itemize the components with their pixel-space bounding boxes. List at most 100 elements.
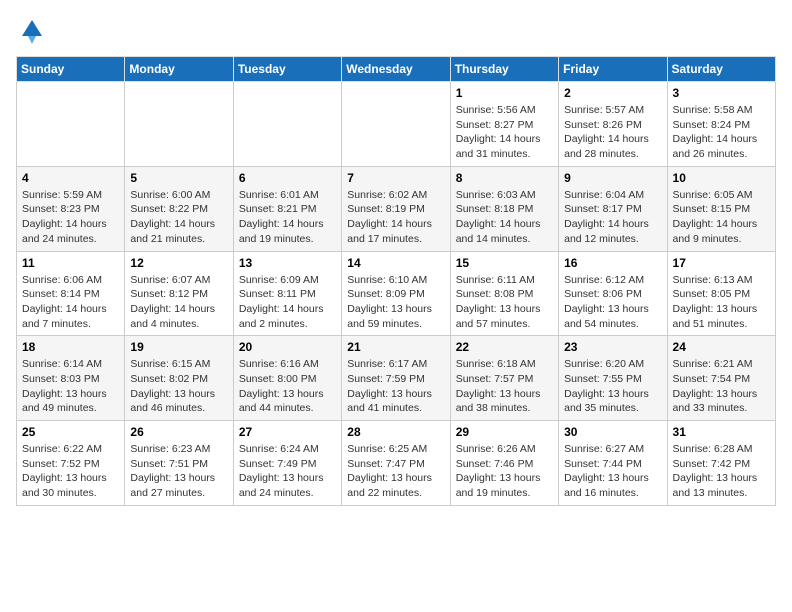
calendar-cell: 7 Sunrise: 6:02 AM Sunset: 8:19 PM Daylig… bbox=[342, 166, 450, 251]
day-info: Sunrise: 6:21 AM Sunset: 7:54 PM Dayligh… bbox=[673, 357, 770, 416]
calendar-cell: 12 Sunrise: 6:07 AM Sunset: 8:12 PM Dayli… bbox=[125, 251, 233, 336]
day-info: Sunrise: 6:11 AM Sunset: 8:08 PM Dayligh… bbox=[456, 273, 553, 332]
logo bbox=[16, 16, 46, 44]
header-day: Monday bbox=[125, 57, 233, 82]
day-number: 4 bbox=[22, 171, 119, 185]
calendar-cell bbox=[342, 82, 450, 167]
calendar-week: 4 Sunrise: 5:59 AM Sunset: 8:23 PM Daylig… bbox=[17, 166, 776, 251]
day-info: Sunrise: 5:59 AM Sunset: 8:23 PM Dayligh… bbox=[22, 188, 119, 247]
day-info: Sunrise: 6:13 AM Sunset: 8:05 PM Dayligh… bbox=[673, 273, 770, 332]
calendar-cell bbox=[233, 82, 341, 167]
day-number: 28 bbox=[347, 425, 444, 439]
day-number: 20 bbox=[239, 340, 336, 354]
day-info: Sunrise: 6:23 AM Sunset: 7:51 PM Dayligh… bbox=[130, 442, 227, 501]
day-info: Sunrise: 5:57 AM Sunset: 8:26 PM Dayligh… bbox=[564, 103, 661, 162]
day-info: Sunrise: 5:58 AM Sunset: 8:24 PM Dayligh… bbox=[673, 103, 770, 162]
day-info: Sunrise: 6:28 AM Sunset: 7:42 PM Dayligh… bbox=[673, 442, 770, 501]
day-number: 27 bbox=[239, 425, 336, 439]
calendar-cell: 29Sunrise: 6:26 AM Sunset: 7:46 PM Dayli… bbox=[450, 421, 558, 506]
calendar-cell: 4 Sunrise: 5:59 AM Sunset: 8:23 PM Daylig… bbox=[17, 166, 125, 251]
page-header bbox=[16, 16, 776, 44]
calendar-cell: 26 Sunrise: 6:23 AM Sunset: 7:51 PM Dayli… bbox=[125, 421, 233, 506]
day-number: 29 bbox=[456, 425, 553, 439]
day-number: 5 bbox=[130, 171, 227, 185]
day-number: 19 bbox=[130, 340, 227, 354]
day-number: 13 bbox=[239, 256, 336, 270]
calendar-cell: 8 Sunrise: 6:03 AM Sunset: 8:18 PM Daylig… bbox=[450, 166, 558, 251]
calendar-cell: 18 Sunrise: 6:14 AM Sunset: 8:03 PM Dayli… bbox=[17, 336, 125, 421]
day-info: Sunrise: 6:20 AM Sunset: 7:55 PM Dayligh… bbox=[564, 357, 661, 416]
calendar-cell: 24 Sunrise: 6:21 AM Sunset: 7:54 PM Dayli… bbox=[667, 336, 775, 421]
day-number: 17 bbox=[673, 256, 770, 270]
header-day: Friday bbox=[559, 57, 667, 82]
day-number: 30 bbox=[564, 425, 661, 439]
day-number: 2 bbox=[564, 86, 661, 100]
day-number: 21 bbox=[347, 340, 444, 354]
day-info: Sunrise: 6:04 AM Sunset: 8:17 PM Dayligh… bbox=[564, 188, 661, 247]
calendar-cell bbox=[17, 82, 125, 167]
day-number: 3 bbox=[673, 86, 770, 100]
calendar-cell: 20 Sunrise: 6:16 AM Sunset: 8:00 PM Dayli… bbox=[233, 336, 341, 421]
day-info: Sunrise: 6:15 AM Sunset: 8:02 PM Dayligh… bbox=[130, 357, 227, 416]
day-number: 31 bbox=[673, 425, 770, 439]
day-info: Sunrise: 6:03 AM Sunset: 8:18 PM Dayligh… bbox=[456, 188, 553, 247]
header-day: Tuesday bbox=[233, 57, 341, 82]
day-info: Sunrise: 6:18 AM Sunset: 7:57 PM Dayligh… bbox=[456, 357, 553, 416]
calendar-cell: 1Sunrise: 5:56 AM Sunset: 8:27 PM Daylig… bbox=[450, 82, 558, 167]
day-number: 8 bbox=[456, 171, 553, 185]
header-day: Wednesday bbox=[342, 57, 450, 82]
day-info: Sunrise: 6:24 AM Sunset: 7:49 PM Dayligh… bbox=[239, 442, 336, 501]
day-number: 22 bbox=[456, 340, 553, 354]
day-number: 14 bbox=[347, 256, 444, 270]
calendar-cell: 25 Sunrise: 6:22 AM Sunset: 7:52 PM Dayli… bbox=[17, 421, 125, 506]
day-number: 12 bbox=[130, 256, 227, 270]
calendar-cell: 23Sunrise: 6:20 AM Sunset: 7:55 PM Dayli… bbox=[559, 336, 667, 421]
day-info: Sunrise: 6:10 AM Sunset: 8:09 PM Dayligh… bbox=[347, 273, 444, 332]
day-number: 9 bbox=[564, 171, 661, 185]
calendar-cell: 28 Sunrise: 6:25 AM Sunset: 7:47 PM Dayli… bbox=[342, 421, 450, 506]
day-info: Sunrise: 6:16 AM Sunset: 8:00 PM Dayligh… bbox=[239, 357, 336, 416]
calendar-cell: 5 Sunrise: 6:00 AM Sunset: 8:22 PM Daylig… bbox=[125, 166, 233, 251]
calendar-body: 1Sunrise: 5:56 AM Sunset: 8:27 PM Daylig… bbox=[17, 82, 776, 506]
day-number: 25 bbox=[22, 425, 119, 439]
day-number: 24 bbox=[673, 340, 770, 354]
calendar-cell: 15Sunrise: 6:11 AM Sunset: 8:08 PM Dayli… bbox=[450, 251, 558, 336]
calendar-cell: 6 Sunrise: 6:01 AM Sunset: 8:21 PM Daylig… bbox=[233, 166, 341, 251]
calendar-cell: 17 Sunrise: 6:13 AM Sunset: 8:05 PM Dayli… bbox=[667, 251, 775, 336]
day-info: Sunrise: 6:09 AM Sunset: 8:11 PM Dayligh… bbox=[239, 273, 336, 332]
calendar-cell bbox=[125, 82, 233, 167]
calendar-cell: 3 Sunrise: 5:58 AM Sunset: 8:24 PM Daylig… bbox=[667, 82, 775, 167]
day-info: Sunrise: 6:02 AM Sunset: 8:19 PM Dayligh… bbox=[347, 188, 444, 247]
day-info: Sunrise: 6:07 AM Sunset: 8:12 PM Dayligh… bbox=[130, 273, 227, 332]
day-number: 11 bbox=[22, 256, 119, 270]
day-info: Sunrise: 6:14 AM Sunset: 8:03 PM Dayligh… bbox=[22, 357, 119, 416]
day-info: Sunrise: 6:00 AM Sunset: 8:22 PM Dayligh… bbox=[130, 188, 227, 247]
day-info: Sunrise: 6:01 AM Sunset: 8:21 PM Dayligh… bbox=[239, 188, 336, 247]
calendar-cell: 10 Sunrise: 6:05 AM Sunset: 8:15 PM Dayli… bbox=[667, 166, 775, 251]
day-number: 26 bbox=[130, 425, 227, 439]
day-info: Sunrise: 6:05 AM Sunset: 8:15 PM Dayligh… bbox=[673, 188, 770, 247]
calendar-week: 18 Sunrise: 6:14 AM Sunset: 8:03 PM Dayli… bbox=[17, 336, 776, 421]
header-row: SundayMondayTuesdayWednesdayThursdayFrid… bbox=[17, 57, 776, 82]
calendar-week: 25 Sunrise: 6:22 AM Sunset: 7:52 PM Dayli… bbox=[17, 421, 776, 506]
calendar-header: SundayMondayTuesdayWednesdayThursdayFrid… bbox=[17, 57, 776, 82]
day-number: 1 bbox=[456, 86, 553, 100]
day-number: 6 bbox=[239, 171, 336, 185]
day-number: 18 bbox=[22, 340, 119, 354]
day-info: Sunrise: 6:25 AM Sunset: 7:47 PM Dayligh… bbox=[347, 442, 444, 501]
calendar-cell: 21Sunrise: 6:17 AM Sunset: 7:59 PM Dayli… bbox=[342, 336, 450, 421]
calendar-week: 1Sunrise: 5:56 AM Sunset: 8:27 PM Daylig… bbox=[17, 82, 776, 167]
day-info: Sunrise: 6:27 AM Sunset: 7:44 PM Dayligh… bbox=[564, 442, 661, 501]
header-day: Saturday bbox=[667, 57, 775, 82]
header-day: Thursday bbox=[450, 57, 558, 82]
day-info: Sunrise: 6:06 AM Sunset: 8:14 PM Dayligh… bbox=[22, 273, 119, 332]
day-number: 7 bbox=[347, 171, 444, 185]
day-info: Sunrise: 6:22 AM Sunset: 7:52 PM Dayligh… bbox=[22, 442, 119, 501]
logo-icon bbox=[18, 16, 46, 44]
day-number: 16 bbox=[564, 256, 661, 270]
day-number: 10 bbox=[673, 171, 770, 185]
day-info: Sunrise: 6:12 AM Sunset: 8:06 PM Dayligh… bbox=[564, 273, 661, 332]
calendar-cell: 27 Sunrise: 6:24 AM Sunset: 7:49 PM Dayli… bbox=[233, 421, 341, 506]
calendar-cell: 14 Sunrise: 6:10 AM Sunset: 8:09 PM Dayli… bbox=[342, 251, 450, 336]
header-day: Sunday bbox=[17, 57, 125, 82]
